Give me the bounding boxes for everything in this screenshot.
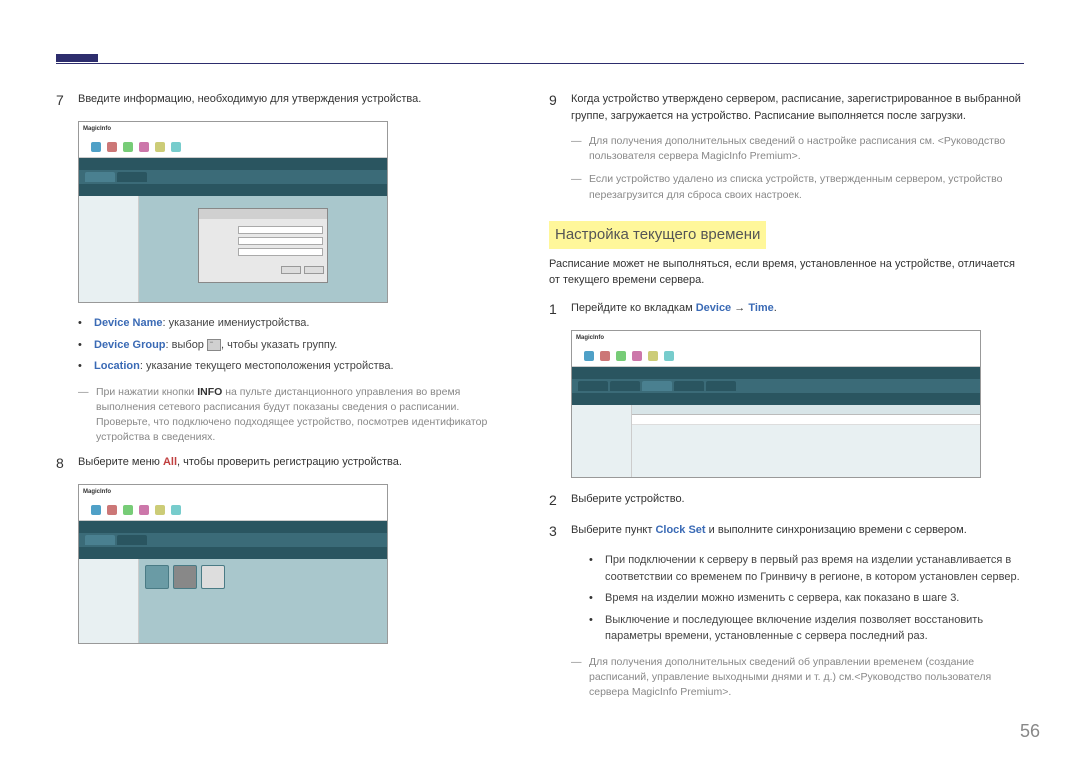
sub-bullet: • Выключение и последующее включение изд…	[589, 612, 1024, 645]
app-logo: MagicInfo	[576, 334, 604, 343]
screenshot-approval-dialog: MagicInfo	[78, 121, 388, 303]
tab-time: Time	[748, 302, 773, 314]
bullet-location: • Location: указание текущего местополож…	[78, 358, 516, 375]
browse-icon	[207, 339, 221, 351]
approval-dialog	[198, 208, 328, 283]
label-location: Location	[94, 360, 140, 372]
clock-set: Clock Set	[655, 524, 705, 536]
step-text: Выберите устройство.	[571, 490, 1024, 511]
step-number: 1	[549, 299, 571, 320]
bullet-device-group: • Device Group: выбор , чтобы указать гр…	[78, 337, 516, 354]
step-number: 2	[549, 490, 571, 511]
header-rule	[56, 63, 1024, 64]
section-intro: Расписание может не выполняться, если вр…	[549, 257, 1024, 289]
note-device-removed: ― Если устройство удалено из списка устр…	[571, 172, 1024, 202]
tab-device: Device	[696, 302, 731, 314]
time-step-1: 1 Перейдите ко вкладкам Device → Time.	[549, 299, 1024, 320]
sub-bullet: • При подключении к серверу в первый раз…	[589, 552, 1024, 585]
app-logo: MagicInfo	[83, 488, 111, 497]
menu-all: All	[163, 456, 177, 468]
section-title-time: Настройка текущего времени	[549, 221, 766, 250]
step-9: 9 Когда устройство утверждено сервером, …	[549, 90, 1024, 124]
time-sub-notes: • При подключении к серверу в первый раз…	[589, 552, 1024, 645]
header-accent	[56, 54, 98, 62]
app-logo: MagicInfo	[83, 125, 111, 134]
page-number: 56	[1020, 718, 1040, 745]
step-text: Когда устройство утверждено сервером, ра…	[571, 90, 1024, 124]
time-step-3: 3 Выберите пункт Clock Set и выполните с…	[549, 521, 1024, 542]
step-8: 8 Выберите меню All, чтобы проверить рег…	[56, 453, 516, 474]
step-number: 7	[56, 90, 78, 111]
label-device-name: Device Name	[94, 317, 163, 329]
step-number: 9	[549, 90, 571, 124]
info-note: ― При нажатии кнопки INFO на пульте дист…	[78, 385, 516, 446]
note-time-guide: ― Для получения дополнительных сведений …	[571, 655, 1024, 701]
bullet-device-name: • Device Name: указание имениустройства.	[78, 315, 516, 332]
time-step-2: 2 Выберите устройство.	[549, 490, 1024, 511]
note-schedule-guide: ― Для получения дополнительных сведений …	[571, 134, 1024, 164]
step-text: Введите информацию, необходимую для утве…	[78, 90, 516, 111]
right-column: 9 Когда устройство утверждено сервером, …	[549, 90, 1024, 708]
step-number: 8	[56, 453, 78, 474]
step-number: 3	[549, 521, 571, 542]
step-text: Перейдите ко вкладкам Device → Time.	[571, 299, 1024, 320]
label-device-group: Device Group	[94, 339, 166, 351]
screenshot-time-tab: MagicInfo	[571, 330, 981, 478]
step-text: Выберите пункт Clock Set и выполните син…	[571, 521, 1024, 542]
field-descriptions: • Device Name: указание имениустройства.…	[78, 315, 516, 375]
screenshot-device-list: MagicInfo	[78, 484, 388, 644]
info-key: INFO	[197, 386, 222, 398]
step-text: Выберите меню All, чтобы проверить регис…	[78, 453, 516, 474]
step-7: 7 Введите информацию, необходимую для ут…	[56, 90, 516, 111]
left-column: 7 Введите информацию, необходимую для ут…	[56, 90, 516, 656]
sub-bullet: • Время на изделии можно изменить с серв…	[589, 590, 1024, 607]
